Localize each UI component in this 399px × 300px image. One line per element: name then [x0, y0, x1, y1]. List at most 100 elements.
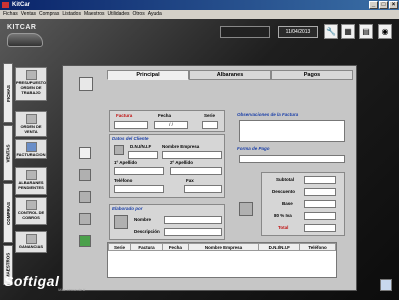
window-controls: _ □ × — [369, 1, 398, 9]
tab-bar: Principal Albaranes Pagos — [107, 70, 353, 80]
elaborado-title: Elaborado por — [112, 206, 143, 211]
iva-input[interactable] — [304, 212, 336, 220]
grid-col-fecha: Fecha — [161, 243, 189, 251]
calendar-icon[interactable]: ▦ — [341, 24, 355, 39]
action-button-3[interactable] — [79, 191, 91, 203]
sidebar-tab-fichas[interactable]: FICHAS — [3, 63, 13, 123]
menu-otros[interactable]: Otros — [132, 10, 144, 19]
app-desktop: KITCAR 11/04/2013 🔧 ▦ ▤ ◉ FICHAS VENTAS … — [0, 19, 399, 300]
sidebar-tab-ventas[interactable]: VENTAS — [3, 125, 13, 181]
menu-fichas[interactable]: Fichas — [3, 10, 18, 19]
tab-albaranes[interactable]: Albaranes — [189, 70, 271, 80]
base-label: Base — [282, 201, 293, 206]
action-button-4[interactable] — [79, 213, 91, 225]
sidebar-item-presupuesto[interactable]: PRESUPUESTO ORDEN DE TRABAJO — [15, 67, 47, 101]
serie-select[interactable] — [202, 121, 218, 129]
client-search-button[interactable] — [114, 145, 124, 155]
elaborado-nombre-input[interactable] — [164, 216, 222, 224]
menu-maestros[interactable]: Maestros — [84, 10, 105, 19]
apellido1-input[interactable] — [114, 167, 164, 175]
cliente-title: Datos del Cliente — [112, 136, 149, 141]
maximize-button[interactable]: □ — [379, 1, 388, 9]
document-icon[interactable]: ▤ — [359, 24, 373, 39]
factura-input[interactable] — [114, 121, 148, 129]
minimize-button[interactable]: _ — [369, 1, 378, 9]
softigal-slogan: Más cerca de ti — [58, 287, 86, 292]
apellido2-input[interactable] — [170, 167, 222, 175]
totals-box: Subtotal Descuento Base 80 % Iva Total — [261, 172, 345, 236]
exit-icon[interactable] — [380, 279, 392, 291]
chart-icon — [26, 234, 37, 244]
help-icon[interactable]: ◉ — [378, 24, 392, 39]
invoice-grid[interactable]: Serie Factura Fecha Nombre Empresa D.N.I… — [107, 242, 337, 278]
fecha-input[interactable]: / / — [154, 121, 188, 129]
title-bar: KitCar _ □ × — [0, 0, 399, 10]
descuento-input[interactable] — [304, 188, 336, 196]
sidebar-item-cobros[interactable]: CONTROL DE COBROS — [15, 197, 47, 225]
search-icon[interactable] — [79, 77, 93, 91]
employee-search-button[interactable] — [114, 215, 128, 229]
serie-label: Serie — [204, 113, 216, 118]
grid-col-telefono: Teléfono — [299, 243, 336, 251]
forma-pago-select[interactable] — [239, 155, 345, 163]
calculate-button[interactable] — [239, 202, 253, 216]
menu-listados[interactable]: Listados — [62, 10, 81, 19]
tools-icon[interactable]: 🔧 — [324, 24, 338, 39]
kitcar-logo: KITCAR — [5, 24, 45, 50]
softigal-logo: Softigal — [4, 273, 60, 289]
elaborado-descripcion-input[interactable] — [164, 228, 222, 236]
window-title: KitCar — [12, 2, 31, 8]
red-status-box — [220, 26, 270, 38]
sidebar-item-orden-venta[interactable]: ORDEN DE VENTA — [15, 111, 47, 137]
menu-utilidades[interactable]: Utilidades — [108, 10, 130, 19]
document-icon — [26, 200, 37, 210]
tab-pagos[interactable]: Pagos — [271, 70, 353, 80]
total-label: Total — [278, 225, 289, 230]
telefono-input[interactable] — [114, 185, 164, 193]
forma-pago-title: Forma de Pago — [237, 146, 270, 151]
subtotal-input[interactable] — [304, 176, 336, 184]
logo-text: KITCAR — [7, 24, 37, 31]
telefono-label: Teléfono — [114, 178, 133, 183]
total-input[interactable] — [304, 224, 336, 232]
sidebar: FICHAS VENTAS COMPRAS MAESTROS PRESUPUES… — [3, 63, 49, 293]
invoice-icon — [26, 142, 37, 152]
car-icon — [7, 33, 43, 47]
iva-label: 80 % Iva — [274, 213, 292, 218]
subtotal-label: Subtotal — [276, 177, 294, 182]
factura-label: Factura — [116, 113, 133, 118]
observaciones-textarea[interactable] — [239, 120, 345, 142]
nombre-empresa-input[interactable] — [162, 151, 222, 159]
app-icon — [2, 2, 9, 8]
close-button[interactable]: × — [389, 1, 398, 9]
new-document-icon[interactable] — [79, 147, 91, 159]
grid-col-nombre-empresa: Nombre Empresa — [187, 243, 260, 251]
action-button-2[interactable] — [79, 169, 91, 181]
tab-principal[interactable]: Principal — [107, 70, 189, 80]
sidebar-item-albaranes[interactable]: ALBARANES PENDIENTES — [15, 167, 47, 195]
grid-col-factura: Factura — [130, 243, 163, 251]
invoice-panel: Principal Albaranes Pagos Factura Fecha … — [62, 65, 357, 291]
menu-ventas[interactable]: Ventas — [21, 10, 36, 19]
prepared-by-box: Elaborado por Nombre Descripción — [109, 204, 225, 240]
elaborado-nombre-label: Nombre — [134, 217, 152, 222]
base-input[interactable] — [304, 200, 336, 208]
clover-icon[interactable] — [79, 235, 91, 247]
sidebar-tab-compras[interactable]: COMPRAS — [3, 183, 13, 243]
descuento-label: Descuento — [272, 189, 296, 194]
observaciones-title: Observaciones de la Factura — [237, 112, 299, 117]
document-icon — [26, 70, 37, 80]
dni-input[interactable] — [128, 151, 158, 159]
menu-bar: Fichas Ventas Compras Listados Maestros … — [0, 10, 399, 19]
sidebar-item-ganancias[interactable]: GANANCIAS — [15, 231, 47, 253]
invoice-header-box: Factura Fecha Serie / / — [109, 110, 225, 132]
fecha-label: Fecha — [158, 113, 172, 118]
document-icon — [26, 170, 37, 180]
menu-compras[interactable]: Compras — [39, 10, 59, 19]
document-icon — [26, 114, 37, 124]
grid-col-dni: D.N.I/N.I.F — [258, 243, 301, 251]
fax-input[interactable] — [184, 185, 222, 193]
grid-col-serie: Serie — [107, 243, 132, 251]
menu-ayuda[interactable]: Ayuda — [148, 10, 162, 19]
sidebar-item-facturacion[interactable]: FACTURACION — [15, 139, 47, 159]
